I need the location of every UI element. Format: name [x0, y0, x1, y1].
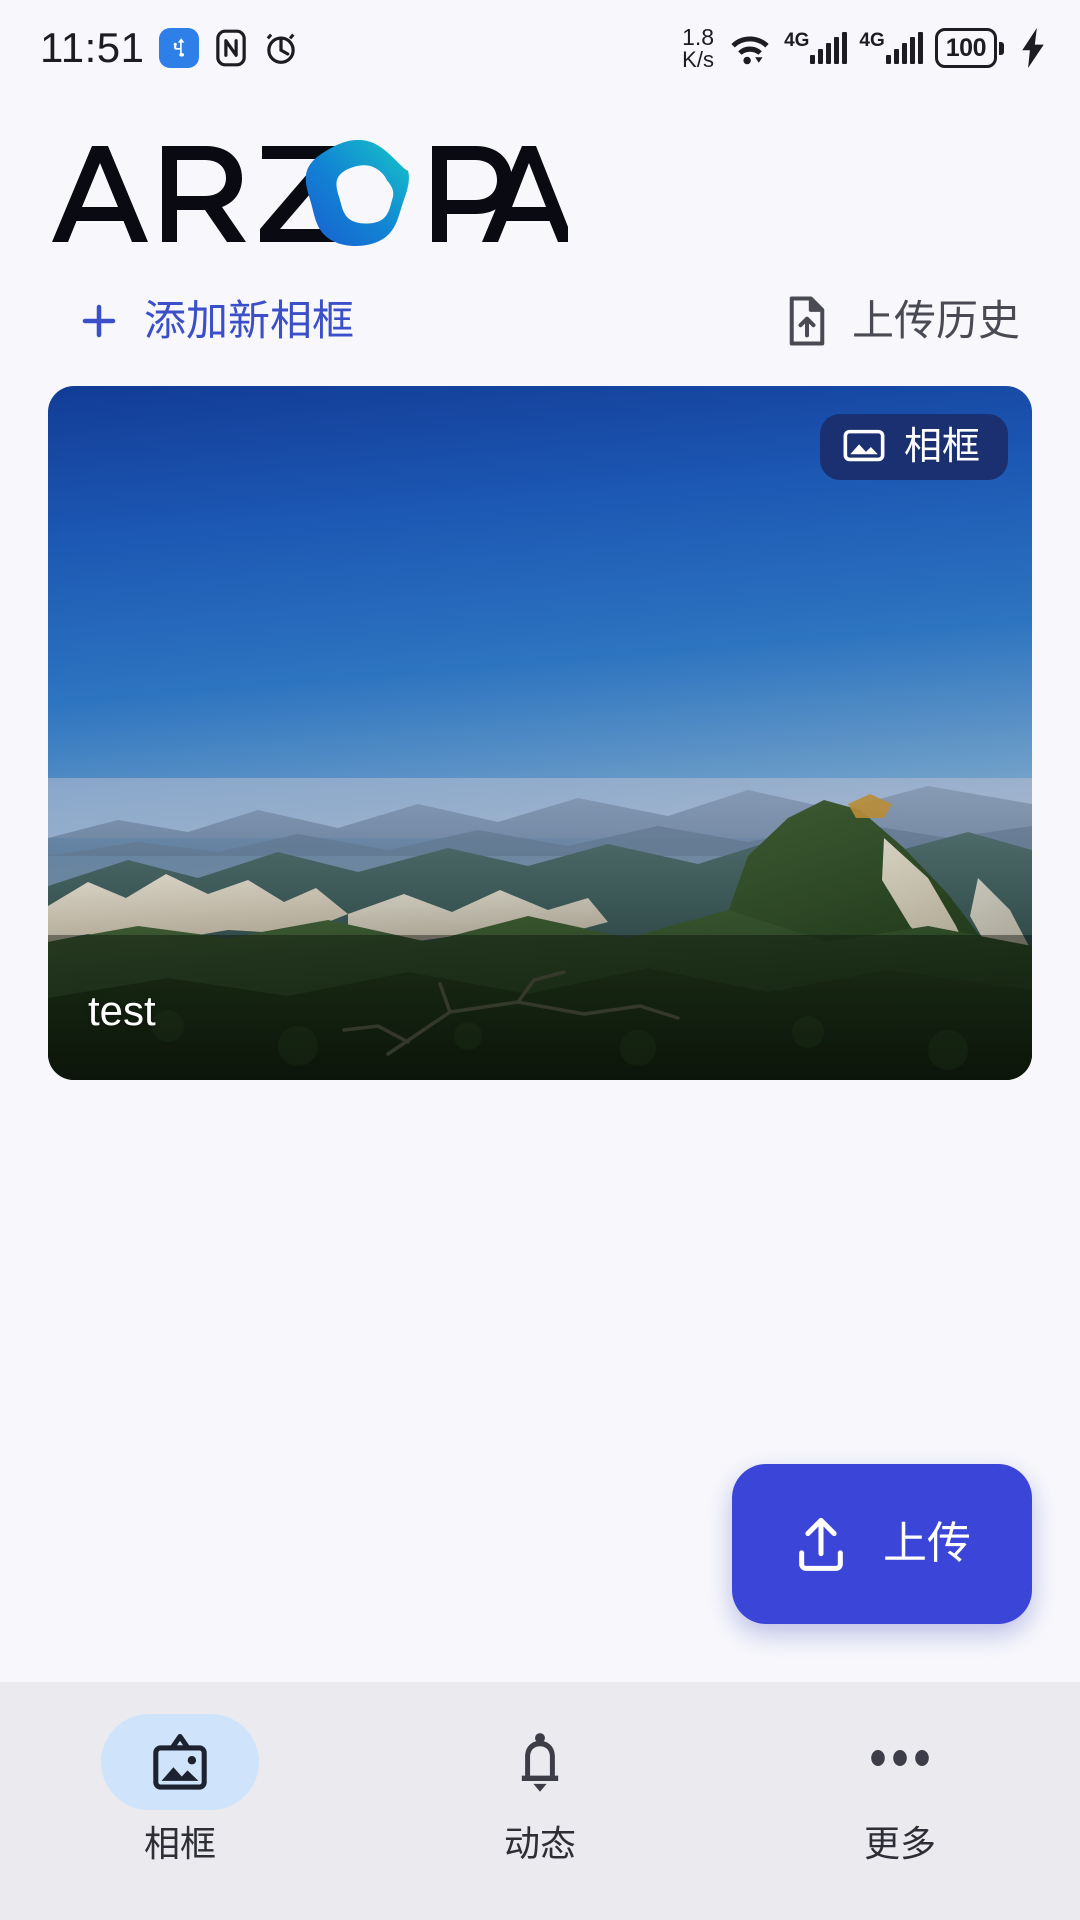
action-row: 添加新相框 上传历史 [0, 296, 1080, 346]
upload-button[interactable]: 上传 [732, 1464, 1032, 1624]
photo-frame-icon [147, 1731, 213, 1793]
brand-logo [0, 96, 1080, 248]
sim1-network-label: 4G [784, 30, 810, 51]
frame-card[interactable]: test 相框 [48, 386, 1032, 1080]
file-upload-icon [786, 296, 828, 346]
arzopa-wordmark [52, 140, 568, 246]
status-bar-right: 1.8 K/s 4G 4G 100 [682, 23, 1046, 72]
battery-indicator: 100 [934, 28, 1004, 68]
upload-icon [793, 1515, 849, 1573]
status-bar: 11:51 1.8 K/s 4G 4G 100 [0, 0, 1080, 96]
upload-button-label: 上传 [883, 1519, 971, 1568]
nav-label-frames: 相框 [143, 1823, 216, 1864]
nav-item-activity[interactable]: 动态 [360, 1714, 720, 1862]
usb-icon [158, 28, 199, 68]
network-speed-value: 1.8 [682, 23, 715, 50]
fab-row: 上传 [0, 1464, 1080, 1682]
status-bar-clock: 11:51 [40, 24, 145, 71]
nfc-icon [213, 29, 249, 67]
nav-item-more[interactable]: 更多 [720, 1714, 1080, 1862]
network-speed: 1.8 K/s [682, 23, 715, 72]
nav-pill-activity [461, 1714, 619, 1810]
alarm-icon [263, 29, 299, 67]
nav-active-pill [101, 1714, 259, 1810]
sim1-bars [810, 32, 848, 64]
wifi-icon [728, 28, 772, 68]
signal-sim2: 4G [859, 30, 923, 64]
add-new-frame-button[interactable]: 添加新相框 [78, 300, 354, 342]
frame-list: test 相框 [0, 346, 1080, 1080]
network-speed-unit: K/s [682, 46, 714, 72]
status-badge: 相框 [819, 414, 1008, 480]
signal-sim1: 4G [784, 30, 848, 64]
image-icon [842, 429, 886, 465]
add-new-frame-label: 添加新相框 [144, 297, 355, 344]
sim2-bars [885, 32, 923, 64]
frame-card-title: test [88, 987, 156, 1034]
status-bar-left: 11:51 [40, 27, 299, 69]
nav-item-frames[interactable]: 相框 [0, 1714, 360, 1862]
nav-label-more: 更多 [863, 1823, 936, 1864]
battery-nub [999, 41, 1004, 55]
bell-icon [515, 1731, 565, 1793]
app-screen: 11:51 1.8 K/s 4G 4G 100 添加新相框 上传历史 test … [0, 0, 1080, 1920]
battery-level: 100 [934, 28, 997, 68]
charging-bolt-icon [1020, 28, 1046, 68]
card-gradient-overlay [48, 935, 1032, 1080]
more-dots-icon [864, 1731, 936, 1793]
nav-label-activity: 动态 [503, 1823, 576, 1864]
plus-icon [78, 300, 120, 342]
bottom-navigation: 相框 动态 更多 [0, 1682, 1080, 1920]
status-badge-label: 相框 [903, 426, 980, 468]
sim2-network-label: 4G [859, 30, 885, 51]
upload-history-label: 上传历史 [851, 297, 1020, 344]
upload-history-button[interactable]: 上传历史 [786, 296, 1020, 346]
nav-pill-more [821, 1714, 979, 1810]
